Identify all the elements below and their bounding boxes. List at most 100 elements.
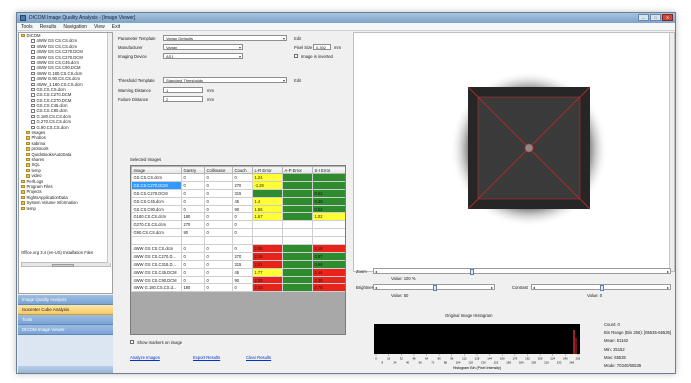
column-header[interactable]: Image — [131, 166, 182, 174]
nav-button[interactable]: DICOM Image Viewer — [18, 325, 113, 335]
table-cell: 0 — [181, 173, 205, 182]
file-icon — [31, 71, 35, 76]
bb-marker — [524, 143, 534, 153]
table-row[interactable]: G90.CS.CS.dcm 90 0 0 — [131, 228, 345, 238]
histogram-tick-label: 80 — [438, 357, 442, 361]
table-cell: 1.4 — [252, 196, 283, 206]
table-row[interactable]: 4WW GS CS.C270.D... 0 0 270 2.18 0.87 — [131, 251, 345, 261]
table-cell: 0 — [181, 180, 205, 190]
table-cell: 2.26 — [252, 275, 283, 285]
histogram-tick-label: 200 — [531, 361, 536, 365]
menu-exit[interactable]: Exit — [112, 24, 120, 30]
column-header[interactable]: Collimator — [204, 166, 233, 174]
table-row[interactable]: 4WW GS CS.C315.D... 0 0 315 2.21 0.66 — [131, 259, 345, 269]
table-row[interactable]: 4WW GS CS.C45.DCM 0 0 45 1.77 2.44 — [131, 267, 345, 277]
table-row[interactable]: GS.CS.C270.DCM 0 0 315 0.62 — [131, 188, 345, 198]
close-button[interactable]: ✕ — [662, 14, 673, 21]
table-row[interactable]: G180.CS.CS.dcm 180 0 0 1.67 1.02 — [131, 212, 345, 222]
histogram-tick-label: 184 — [519, 361, 524, 365]
table-cell: GS.CS.C270.DCM — [131, 180, 182, 190]
threshold-edit-link[interactable]: Edit — [294, 78, 301, 83]
brightness-thumb[interactable] — [433, 284, 437, 291]
table-row[interactable]: GS.CS.C90.dcm 0 0 90 1.56 0.54 — [131, 204, 345, 214]
warning-distance-input[interactable]: 1 — [163, 87, 203, 93]
nav-button[interactable]: Isocenter Cube Analysis — [18, 305, 113, 315]
menu-navigation[interactable]: Navigation — [63, 24, 87, 30]
table-row[interactable]: G270.CS.CS.dcm 270 0 0 — [131, 220, 345, 230]
brightness-slider[interactable]: ◂ ▸ — [373, 284, 495, 291]
table-cell: 90 — [232, 275, 253, 285]
table-cell: 180 — [181, 212, 205, 222]
table-cell: G180.CS.CS.dcm — [131, 212, 182, 222]
brightness-value: Value: 50 — [391, 293, 409, 298]
column-header[interactable]: Gantry — [181, 166, 205, 174]
table-cell: 1.02 — [312, 212, 345, 222]
selected-images-table[interactable]: Image Gantry Collimator Couch L-R Error A-P E… — [130, 165, 346, 335]
table-row[interactable]: 4WW GS CS.C90.DCM 0 0 90 2.26 2.39 — [131, 275, 345, 285]
file-icon — [31, 39, 35, 43]
scroll-thumb[interactable] — [52, 263, 74, 267]
table-cell: 270 — [181, 220, 205, 230]
parameter-template-select[interactable]: Varian Defaults — [163, 35, 287, 41]
contrast-slider[interactable]: ◂ ▸ — [531, 284, 671, 291]
table-cell — [312, 173, 345, 182]
folder-icon — [26, 147, 30, 151]
file-icon — [31, 114, 35, 119]
manufacturer-select[interactable]: Varian — [163, 44, 243, 50]
tree-item[interactable]: temp — [19, 206, 112, 211]
nav-button[interactable]: Tools — [18, 315, 113, 325]
table-row[interactable]: 4WW GS CS CS.dcm 0 0 0 2.05 2.18 — [131, 244, 345, 253]
maximize-button[interactable]: □ — [650, 14, 661, 21]
tree-vertical-scrollbar[interactable] — [107, 33, 112, 263]
column-header[interactable]: Couch — [232, 166, 253, 174]
parameter-edit-link[interactable]: Edit — [294, 36, 301, 41]
file-icon — [31, 98, 35, 103]
table-cell: GS.CS.C45.dcm — [131, 196, 182, 206]
table-cell: 4WW GS CS.C90.DCM — [131, 275, 182, 285]
table-row[interactable]: GS.CS.C270.DCM 0 0 270 -1.29 — [131, 180, 345, 190]
column-header[interactable]: A-P Error — [282, 166, 313, 174]
table-cell — [282, 267, 313, 277]
analyze-images-link[interactable]: Analyze Images — [130, 355, 160, 360]
contrast-thumb[interactable] — [600, 284, 604, 291]
pixel-size-input[interactable]: 0.392 — [313, 44, 331, 50]
table-cell: 2.21 — [252, 259, 283, 269]
export-results-link[interactable]: Export Results — [193, 355, 220, 360]
table-cell: 0.38 — [312, 196, 345, 206]
menu-tools[interactable]: Tools — [21, 24, 33, 30]
failure-distance-input[interactable]: 2 — [163, 96, 203, 102]
table-cell — [312, 220, 345, 230]
file-tree[interactable]: DICOM 4WW GS CS.CS.dcm 4WW GS CS.CS.dcm 4WW… — [18, 32, 113, 294]
zoom-slider[interactable]: ◂ ▸ — [373, 268, 671, 275]
histogram-tick-label: 104 — [456, 361, 461, 365]
show-markers-checkbox[interactable] — [130, 340, 134, 344]
table-row[interactable]: GS.CS.C45.dcm 0 0 45 1.4 0.38 — [131, 196, 345, 206]
minimize-button[interactable]: – — [638, 14, 649, 21]
table-row[interactable]: GS.CS.CS.dcm 0 0 0 1.24 — [131, 173, 345, 182]
table-cell: 4WW G.180.CS.CS.d... — [131, 283, 182, 293]
image-viewer[interactable] — [353, 32, 675, 272]
menu-results[interactable]: Results — [40, 24, 57, 30]
imaging-device-select[interactable]: AS1 — [163, 53, 243, 59]
file-icon — [31, 60, 35, 65]
table-row[interactable] — [131, 236, 345, 246]
zoom-thumb[interactable] — [469, 268, 474, 275]
zoom-value: Value: 100 % — [391, 276, 416, 281]
tree-bottom-item[interactable]: Office.org 3.4 (en-US) Installation File… — [21, 250, 111, 255]
column-header[interactable]: L-R Error — [252, 166, 283, 174]
stat-bin-range: Bin Range (Bin 256): [65535-65535] — [604, 330, 672, 336]
image-vertical-scrollbar[interactable] — [669, 33, 674, 271]
column-header[interactable]: S-I Error — [312, 166, 345, 174]
folder-icon — [26, 174, 30, 178]
clear-results-link[interactable]: Clear Results — [246, 355, 271, 360]
image-inverted-checkbox[interactable] — [294, 54, 298, 58]
table-cell — [312, 228, 345, 238]
threshold-template-label: Threshold Template — [118, 78, 155, 83]
menu-view[interactable]: View — [94, 24, 105, 30]
nav-footer — [18, 366, 113, 373]
table-cell: 45 — [232, 196, 253, 206]
table-row[interactable]: 4WW G.180.CS.CS.d... 180 0 0 2.03 2.78 — [131, 283, 345, 293]
threshold-template-select[interactable]: Standard Thresholds — [163, 77, 287, 83]
nav-button[interactable]: Image Quality Analysis — [18, 295, 113, 305]
tree-horizontal-scrollbar[interactable] — [21, 262, 111, 267]
